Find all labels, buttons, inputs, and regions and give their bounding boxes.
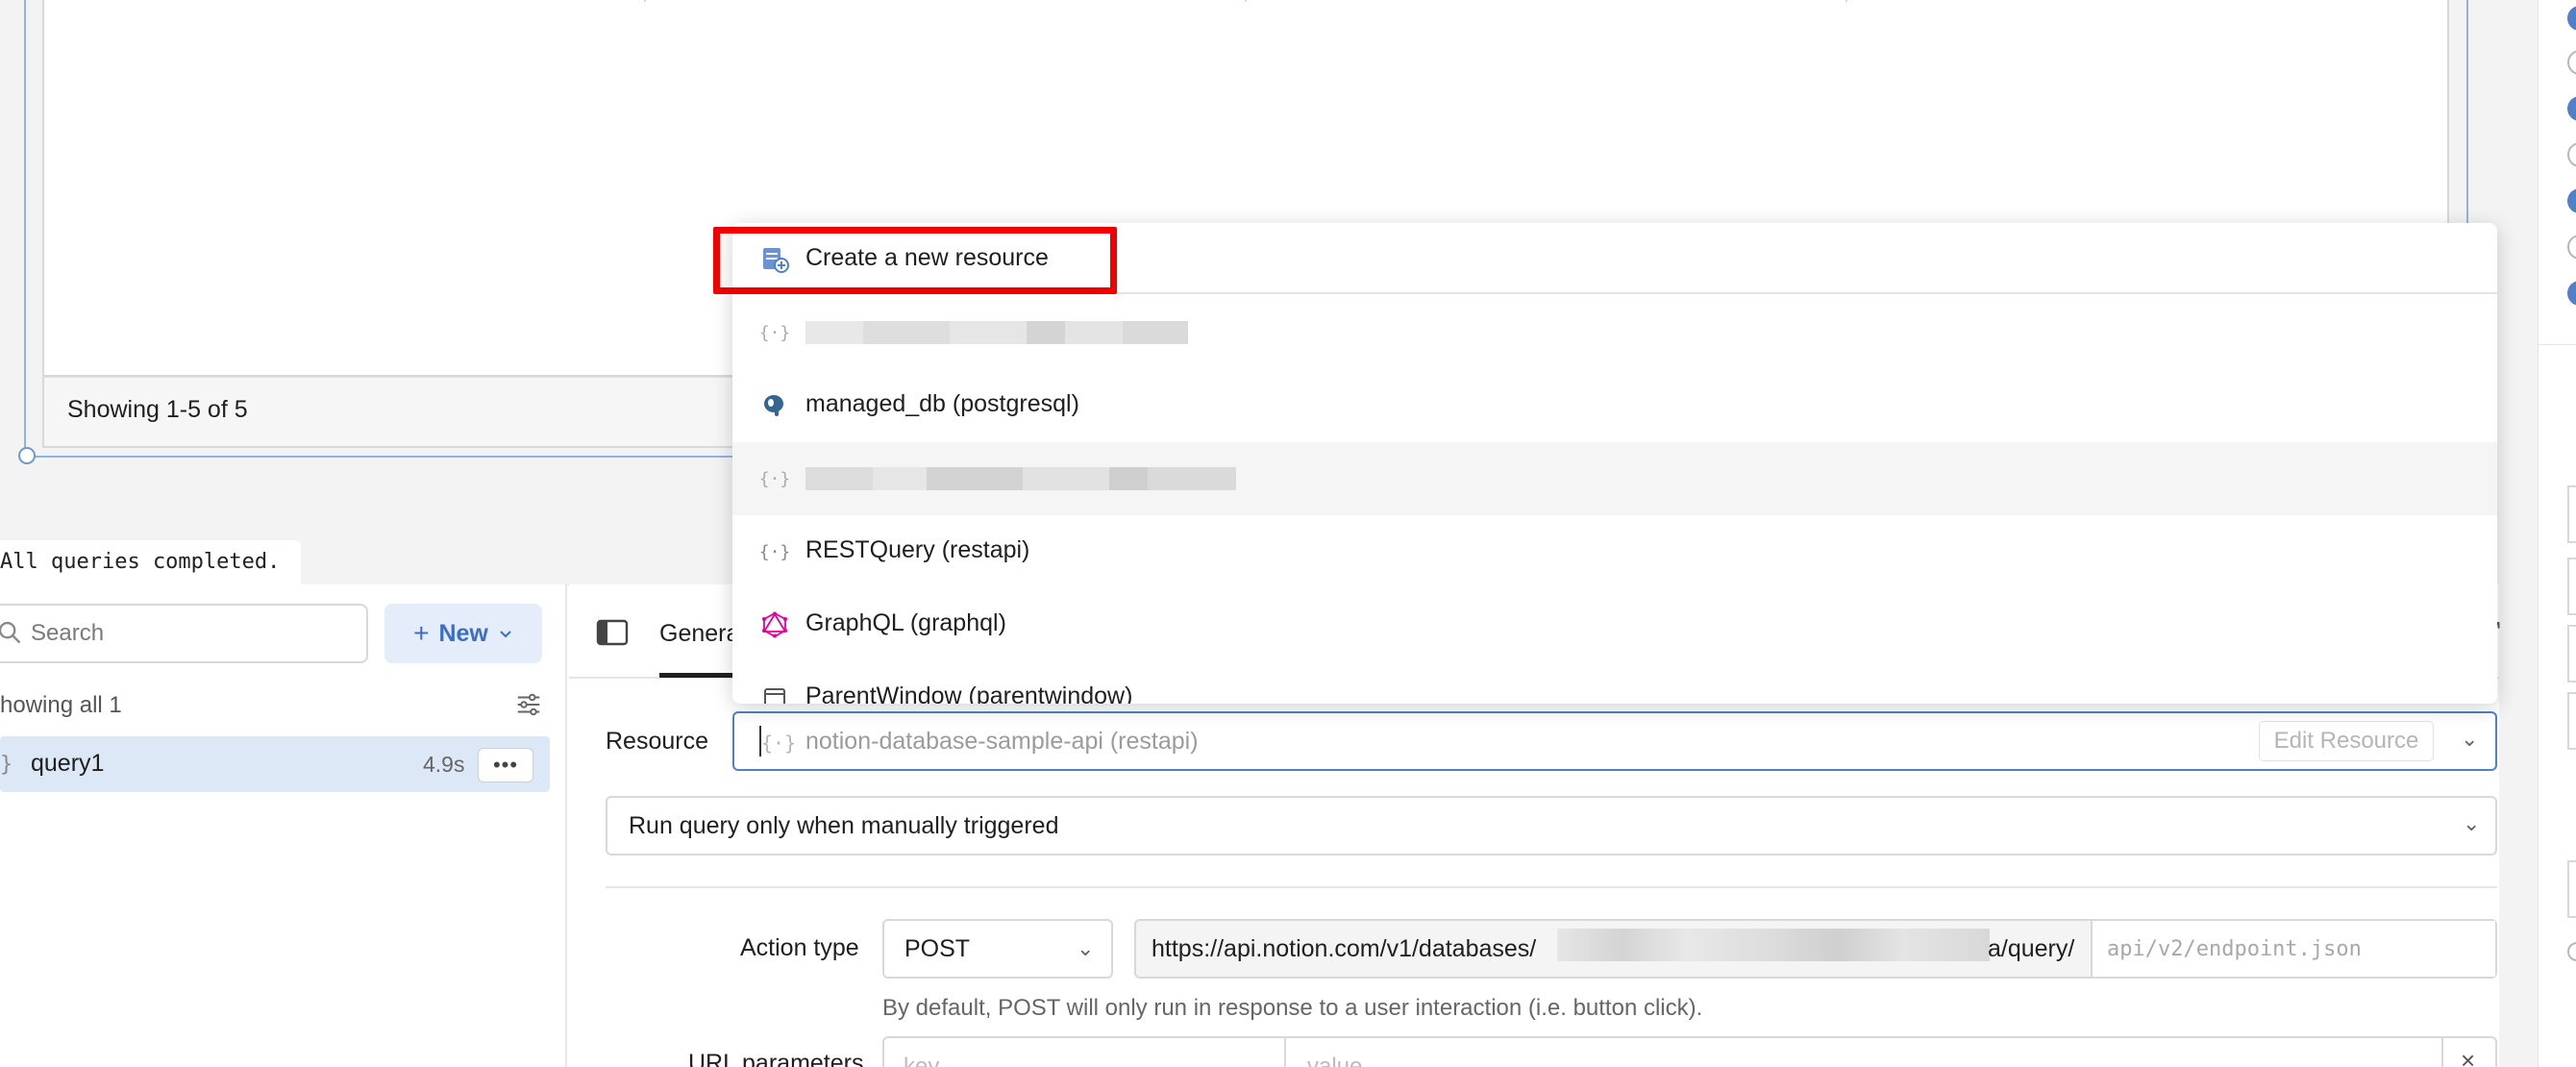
highlight-annotation: [713, 227, 1117, 294]
radio-option[interactable]: [2567, 188, 2576, 213]
tab-general[interactable]: Genera: [659, 620, 739, 648]
dropdown-item-label: RESTQuery (restapi): [805, 536, 1030, 563]
inspector-divider: [2539, 344, 2576, 345]
radio-option[interactable]: [2567, 6, 2576, 31]
inspector-field[interactable]: [2567, 692, 2576, 750]
inspector-field[interactable]: [2567, 625, 2576, 682]
dropdown-item-label: ParentWindow (parentwindow): [805, 682, 1133, 704]
chevron-down-icon[interactable]: ⌄: [2461, 727, 2478, 752]
resource-option[interactable]: {·}: [732, 442, 2497, 515]
column-divider: [644, 0, 646, 2]
new-button-label: New: [438, 619, 488, 647]
restapi-icon: {·}: [758, 541, 791, 562]
redacted-database-id: [1557, 929, 1990, 961]
svg-text:}: }: [0, 753, 12, 777]
run-trigger-value: Run query only when manually triggered: [629, 812, 1059, 839]
radio-option[interactable]: [2567, 96, 2576, 121]
filter-settings-icon[interactable]: [514, 690, 543, 719]
url-suffix: a/query/: [1988, 935, 2075, 962]
inspector-panel: [2538, 0, 2576, 1067]
search-icon: [0, 621, 21, 644]
parentwindow-icon: [759, 682, 790, 704]
redacted-resource-name: [805, 467, 1236, 490]
resource-dropdown-menu: Create a new resource {·} managed_db (po…: [732, 223, 2497, 704]
inspector-field[interactable]: [2567, 558, 2576, 615]
resource-placeholder: notion-database-sample-api (restapi): [805, 728, 1199, 755]
edit-resource-button[interactable]: Edit Resource: [2259, 721, 2434, 761]
resize-handle[interactable]: [18, 447, 36, 464]
redacted-resource-name: [805, 321, 1188, 344]
dropdown-item-label: managed_db (postgresql): [805, 390, 1079, 417]
query-name: query1: [31, 750, 105, 777]
resource-option[interactable]: {·} RESTQuery (restapi): [732, 515, 2497, 588]
radio-option[interactable]: [2567, 942, 2576, 961]
resource-label: Resource: [606, 728, 708, 755]
chevron-down-icon: [500, 631, 511, 638]
action-type-value: POST: [904, 935, 971, 962]
query-duration: 4.9s: [423, 752, 465, 777]
endpoint-placeholder: api/v2/endpoint.json: [2107, 937, 2362, 961]
graphql-icon: [759, 609, 790, 640]
params-divider: [1284, 1038, 1286, 1067]
inspector-field[interactable]: [2567, 485, 2576, 543]
inspector-field[interactable]: [2567, 860, 2576, 918]
column-divider: [1245, 0, 1247, 2]
restapi-icon: {·}: [761, 732, 794, 755]
radio-option[interactable]: [2567, 235, 2576, 260]
canvas-right-gutter: [2499, 0, 2538, 1067]
radio-option[interactable]: [2567, 142, 2576, 167]
post-hint-text: By default, POST will only run in respon…: [882, 995, 1703, 1021]
section-divider: [606, 886, 2497, 888]
new-query-button[interactable]: + New: [384, 604, 542, 663]
dropdown-item-label: GraphQL (graphql): [805, 609, 1006, 636]
restapi-icon: {·}: [758, 322, 791, 343]
postgresql-icon: [759, 390, 790, 421]
sidebar-toggle-icon[interactable]: [596, 619, 629, 646]
active-tab-indicator: [659, 673, 736, 678]
search-placeholder: Search: [31, 620, 105, 646]
resource-option[interactable]: {·}: [732, 296, 2497, 369]
status-message: All queries completed.: [0, 540, 302, 584]
param-key-input[interactable]: key: [904, 1054, 939, 1067]
param-value-input[interactable]: value: [1307, 1054, 1362, 1067]
query-more-button[interactable]: •••: [478, 748, 533, 782]
restapi-icon: }: [0, 753, 12, 777]
svg-text:{·}: {·}: [761, 732, 794, 755]
resource-option[interactable]: ParentWindow (parentwindow): [732, 661, 2497, 704]
url-parameters-label: URL parameters: [688, 1050, 864, 1067]
chevron-down-icon[interactable]: ⌄: [2463, 811, 2480, 836]
query-count-label: howing all 1: [0, 692, 122, 718]
radio-option[interactable]: [2567, 50, 2576, 75]
remove-param-icon[interactable]: ×: [2461, 1046, 2475, 1067]
chevron-down-icon[interactable]: ⌄: [1077, 936, 1094, 961]
params-divider: [2441, 1038, 2443, 1067]
url-params-row: [882, 1036, 2497, 1067]
url-prefix: https://api.notion.com/v1/databases/: [1152, 935, 1537, 962]
column-divider: [1845, 0, 1847, 2]
action-type-label: Action type: [740, 934, 859, 961]
restapi-icon: {·}: [758, 468, 791, 489]
resource-option[interactable]: managed_db (postgresql): [732, 369, 2497, 442]
resource-option[interactable]: GraphQL (graphql): [732, 588, 2497, 661]
table-pagination-label: Showing 1-5 of 5: [67, 396, 248, 423]
radio-option[interactable]: [2567, 281, 2576, 306]
plus-icon: +: [413, 618, 430, 648]
